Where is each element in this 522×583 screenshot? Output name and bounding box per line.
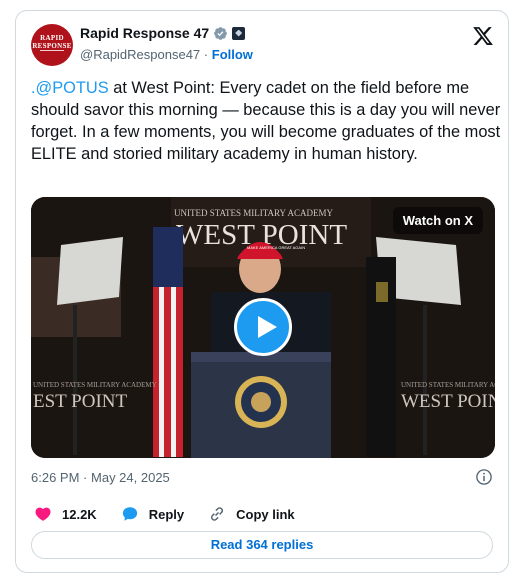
heart-icon xyxy=(35,507,51,521)
like-button[interactable]: 12.2K xyxy=(34,505,97,523)
side-big-right: WEST POINT xyxy=(401,391,495,412)
verified-badge-icon xyxy=(214,26,228,40)
avatar[interactable]: RAPID RESPONSE xyxy=(31,24,73,66)
separator-dot: · xyxy=(203,47,209,62)
reply-button[interactable]: Reply xyxy=(121,505,184,523)
handle[interactable]: @RapidResponse47 xyxy=(80,47,200,62)
timestamp-date: May 24, 2025 xyxy=(91,470,170,485)
flag-badge-icon xyxy=(232,26,246,40)
author-name-row: Rapid Response 47 xyxy=(80,25,246,41)
side-big-left: EST POINT xyxy=(33,391,128,412)
tweet-card[interactable]: RAPID RESPONSE Rapid Response 47 @RapidR… xyxy=(15,10,509,573)
avatar-logo-text: RAPID RESPONSE xyxy=(32,34,72,50)
side-small-left: UNITED STATES MILITARY ACADEMY xyxy=(33,381,157,389)
flag-left xyxy=(153,227,183,457)
reply-bubble-icon xyxy=(122,507,137,521)
like-count: 12.2K xyxy=(62,506,97,522)
handle-row: @RapidResponse47 · Follow xyxy=(80,47,253,62)
action-bar: 12.2K Reply Copy link xyxy=(34,505,319,523)
video-player[interactable]: UNITED STATES MILITARY ACADEMY WEST POIN… xyxy=(31,197,495,458)
play-icon[interactable] xyxy=(234,298,292,356)
side-small-right: UNITED STATES MILITARY ACADEMY xyxy=(401,381,495,389)
podium xyxy=(191,352,331,458)
copy-link-label: Copy link xyxy=(236,506,295,522)
x-logo-icon[interactable] xyxy=(472,25,494,47)
reply-label: Reply xyxy=(148,506,185,522)
teleprompter-left xyxy=(57,237,123,305)
tweet-text: .@POTUS at West Point: Every cadet on th… xyxy=(31,77,501,165)
watch-on-x-button[interactable]: Watch on X xyxy=(392,207,483,234)
display-name[interactable]: Rapid Response 47 xyxy=(80,25,209,41)
timestamp-row[interactable]: 6:26 PM · May 24, 2025 xyxy=(31,470,170,485)
banner-small-text: UNITED STATES MILITARY ACADEMY xyxy=(174,208,333,218)
timestamp-time: 6:26 PM xyxy=(31,470,80,485)
read-replies-button[interactable]: Read 364 replies xyxy=(31,531,493,559)
mention-link[interactable]: .@POTUS xyxy=(31,79,109,97)
info-icon[interactable] xyxy=(475,468,493,486)
timestamp-dot: · xyxy=(83,470,88,485)
link-icon xyxy=(211,507,224,521)
hat-text: MAKE AMERICA GREAT AGAIN xyxy=(247,245,305,250)
flag-right xyxy=(366,257,396,457)
avatar-divider xyxy=(40,50,64,51)
copy-link-button[interactable]: Copy link xyxy=(208,505,295,523)
follow-button[interactable]: Follow xyxy=(212,47,253,62)
